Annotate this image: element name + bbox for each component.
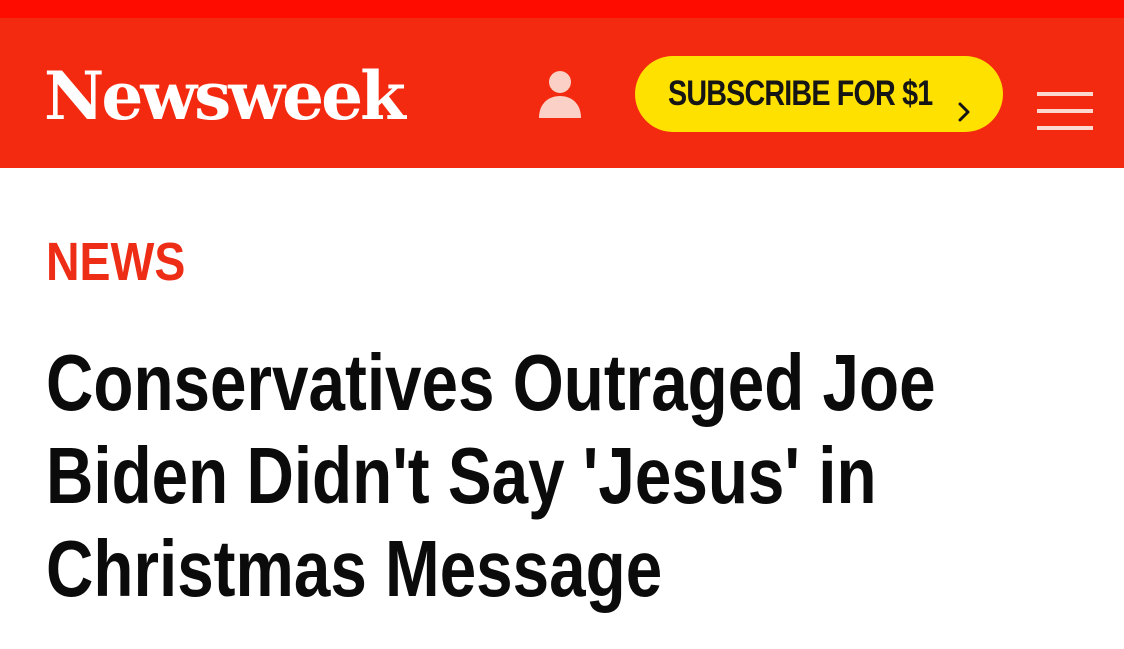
headline-line: Christmas Message (46, 524, 663, 613)
headline-line: Biden Didn't Say 'Jesus' in (46, 431, 877, 520)
top-color-strip (0, 0, 1124, 18)
user-icon[interactable] (538, 70, 582, 118)
subscribe-button[interactable]: SUBSCRIBE FOR $1 (635, 56, 1003, 132)
headline-line: Conservatives Outraged Joe (46, 338, 936, 427)
menu-line (1037, 109, 1093, 113)
chevron-right-icon (958, 102, 970, 122)
menu-line (1037, 126, 1093, 130)
article-headline: Conservatives Outraged Joe Biden Didn't … (46, 336, 1071, 615)
menu-line (1037, 92, 1093, 96)
newsweek-logo[interactable]: Newsweek (44, 58, 406, 134)
site-header: Newsweek SUBSCRIBE FOR $1 (0, 18, 1124, 168)
subscribe-button-label: SUBSCRIBE FOR $1 (668, 74, 933, 113)
article-category[interactable]: NEWS (46, 232, 185, 292)
hamburger-menu-icon[interactable] (1037, 92, 1093, 132)
